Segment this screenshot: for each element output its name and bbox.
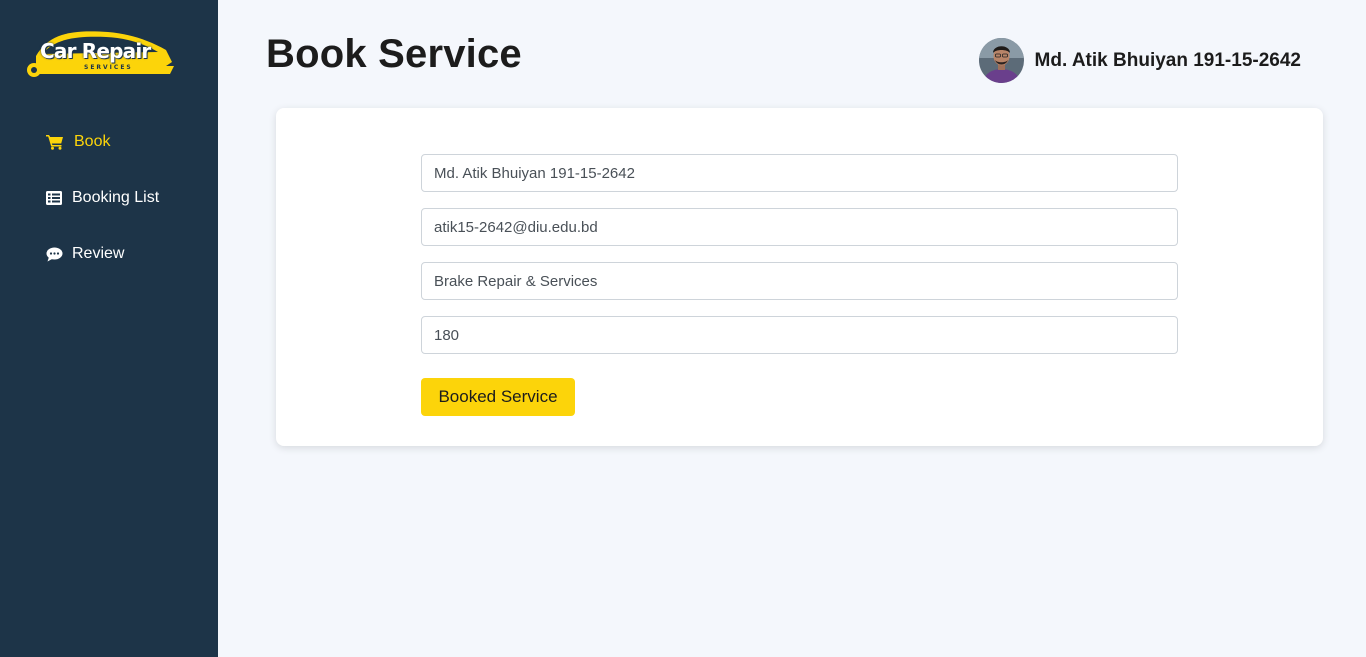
user-profile[interactable]: Md. Atik Bhuiyan 191-15-2642 xyxy=(978,38,1301,83)
user-name: Md. Atik Bhuiyan 191-15-2642 xyxy=(1034,49,1301,71)
cart-icon xyxy=(46,134,64,150)
email-field[interactable] xyxy=(421,208,1178,246)
sidebar-item-review[interactable]: Review xyxy=(0,240,218,268)
comment-icon xyxy=(46,246,64,262)
booked-service-button[interactable]: Booked Service xyxy=(421,378,575,416)
list-icon xyxy=(46,190,64,206)
booking-form-card: Booked Service xyxy=(276,108,1323,446)
brand-name: Car Repair xyxy=(40,39,151,63)
brand-logo[interactable]: Car Repair SERVICES xyxy=(26,26,176,82)
sidebar-item-label: Review xyxy=(72,245,125,262)
page-title: Book Service xyxy=(266,32,522,76)
price-field[interactable] xyxy=(421,316,1178,354)
sidebar-item-label: Booking List xyxy=(72,189,160,206)
sidebar-nav: Book Booking List Review xyxy=(0,128,218,296)
avatar[interactable] xyxy=(978,38,1024,83)
name-field[interactable] xyxy=(421,154,1178,192)
brand-tagline: SERVICES xyxy=(84,64,133,71)
sidebar-item-label: Book xyxy=(74,133,111,150)
sidebar-item-book[interactable]: Book xyxy=(0,128,218,156)
user-avatar-icon xyxy=(978,38,1024,83)
sidebar-item-booking-list[interactable]: Booking List xyxy=(0,184,218,212)
service-field[interactable] xyxy=(421,262,1178,300)
sidebar: Car Repair SERVICES Book Booking List Re… xyxy=(0,0,218,657)
